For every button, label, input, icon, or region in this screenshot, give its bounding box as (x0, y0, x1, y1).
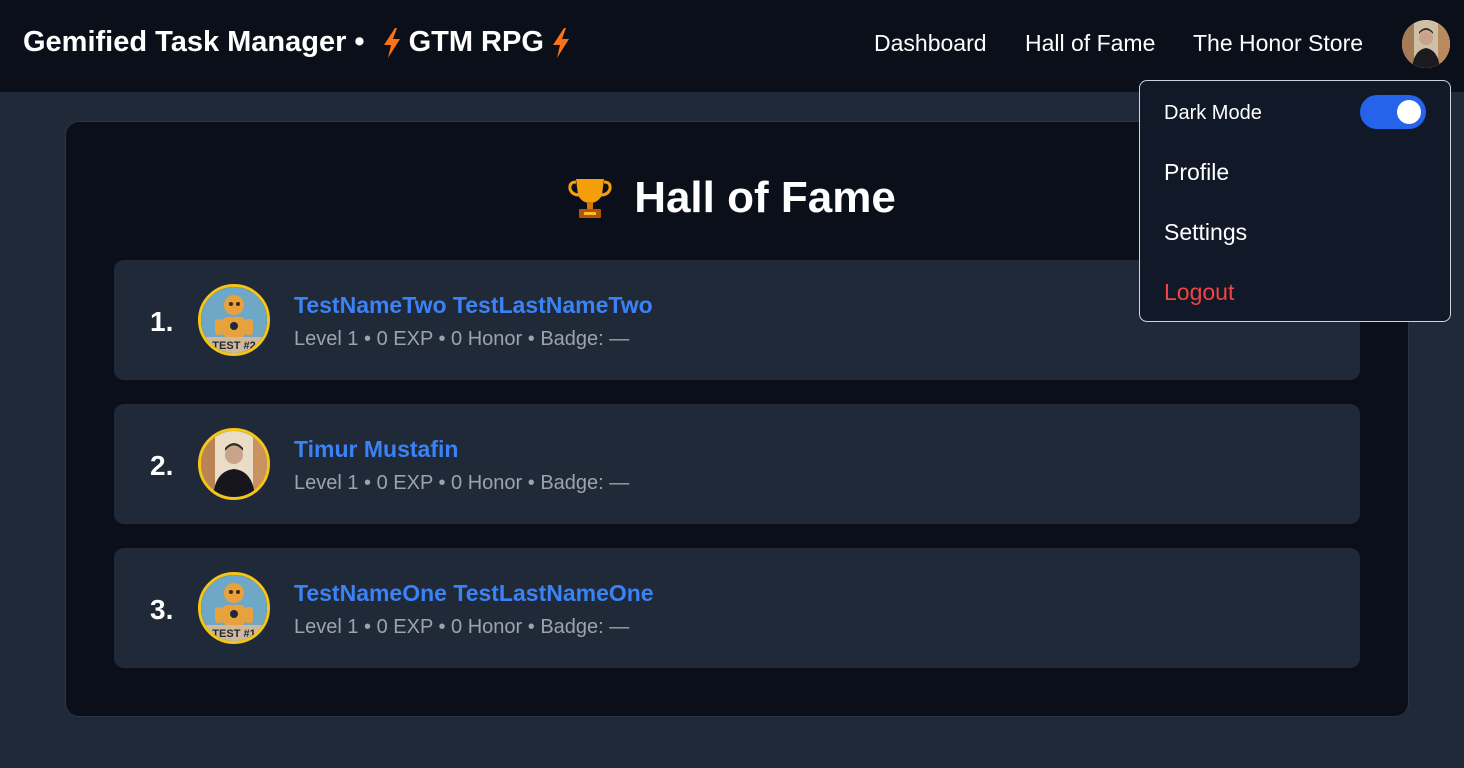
app-brand[interactable]: Gemified Task Manager • GTM RPG (23, 26, 578, 59)
avatar-caption: TEST #2 (212, 340, 255, 352)
rank-number: 2. (150, 450, 174, 481)
leaderboard-row: 3. TEST #1 TestNameOne TestLastNameOne L… (114, 548, 1360, 668)
avatar: TEST #1 (198, 572, 270, 644)
top-navbar: Gemified Task Manager • GTM RPG Dashboar… (0, 0, 1464, 92)
player-name-link[interactable]: TestNameTwo TestLastNameTwo (294, 292, 653, 319)
trophy-icon (568, 175, 612, 221)
player-stats: Level 1 • 0 EXP • 0 Honor • Badge: — (294, 616, 630, 638)
rank-number: 1. (150, 306, 174, 337)
rank-number: 3. (150, 594, 174, 625)
menu-item-settings[interactable]: Settings (1164, 219, 1247, 246)
user-dropdown-menu: Dark Mode Profile Settings Logout (1139, 80, 1451, 322)
menu-item-profile[interactable]: Profile (1164, 159, 1229, 186)
avatar: TEST #2 (198, 284, 270, 356)
nav-dashboard[interactable]: Dashboard (874, 30, 987, 57)
user-avatar-button[interactable] (1402, 20, 1450, 68)
dark-mode-toggle[interactable] (1360, 95, 1426, 129)
lightning-bolt-icon (550, 27, 572, 59)
player-name-link[interactable]: TestNameOne TestLastNameOne (294, 580, 654, 607)
lightning-bolt-icon (381, 27, 403, 59)
nav-hall-of-fame[interactable]: Hall of Fame (1025, 30, 1155, 57)
brand-separator: • (354, 26, 365, 58)
avatar (198, 428, 270, 500)
brand-subtitle: GTM RPG (408, 26, 544, 58)
avatar-caption: TEST #1 (212, 628, 255, 640)
toggle-knob (1397, 100, 1421, 124)
player-stats: Level 1 • 0 EXP • 0 Honor • Badge: — (294, 472, 630, 494)
player-name-link[interactable]: Timur Mustafin (294, 436, 458, 463)
menu-item-logout[interactable]: Logout (1164, 279, 1234, 306)
page-title-text: Hall of Fame (634, 173, 896, 222)
player-stats: Level 1 • 0 EXP • 0 Honor • Badge: — (294, 328, 630, 350)
brand-title: Gemified Task Manager (23, 26, 347, 58)
dark-mode-label: Dark Mode (1164, 102, 1262, 124)
nav-honor-store[interactable]: The Honor Store (1193, 30, 1363, 57)
leaderboard-row: 2. Timur Mustafin Level 1 • 0 EXP • 0 Ho… (114, 404, 1360, 524)
